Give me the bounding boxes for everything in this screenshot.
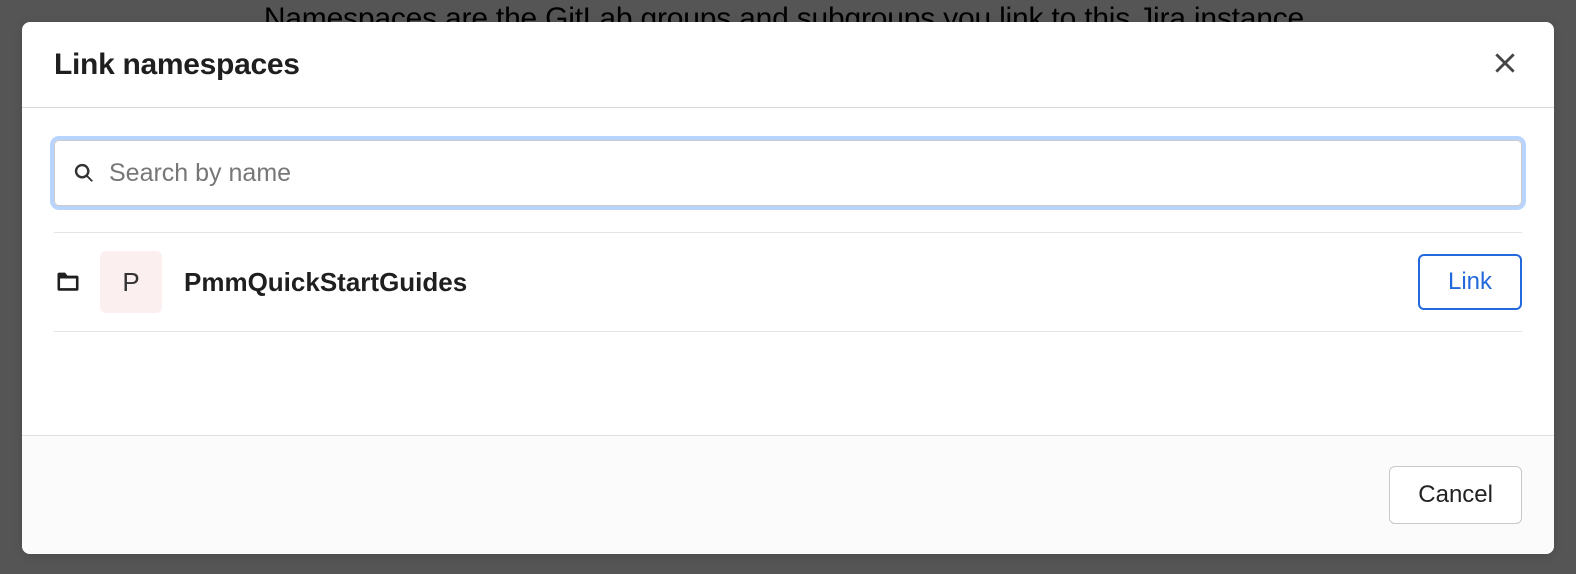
link-button[interactable]: Link: [1418, 254, 1522, 310]
close-icon: [1492, 50, 1518, 79]
namespace-avatar: P: [100, 251, 162, 313]
results-list: P PmmQuickStartGuides Link: [54, 232, 1522, 332]
modal-header: Link namespaces: [22, 22, 1554, 108]
modal-body: P PmmQuickStartGuides Link: [22, 108, 1554, 435]
namespace-row: P PmmQuickStartGuides Link: [54, 233, 1522, 332]
search-input[interactable]: [95, 159, 1503, 188]
search-field-wrapper: [54, 140, 1522, 206]
namespace-name: PmmQuickStartGuides: [184, 267, 1418, 298]
close-button[interactable]: [1488, 46, 1522, 83]
cancel-button[interactable]: Cancel: [1389, 466, 1522, 524]
modal-footer: Cancel: [22, 435, 1554, 554]
modal-title: Link namespaces: [54, 48, 300, 82]
search-icon: [73, 162, 95, 184]
folder-icon: [54, 268, 82, 296]
link-namespaces-modal: Link namespaces P PmmQuickStartGuides Li…: [22, 22, 1554, 554]
